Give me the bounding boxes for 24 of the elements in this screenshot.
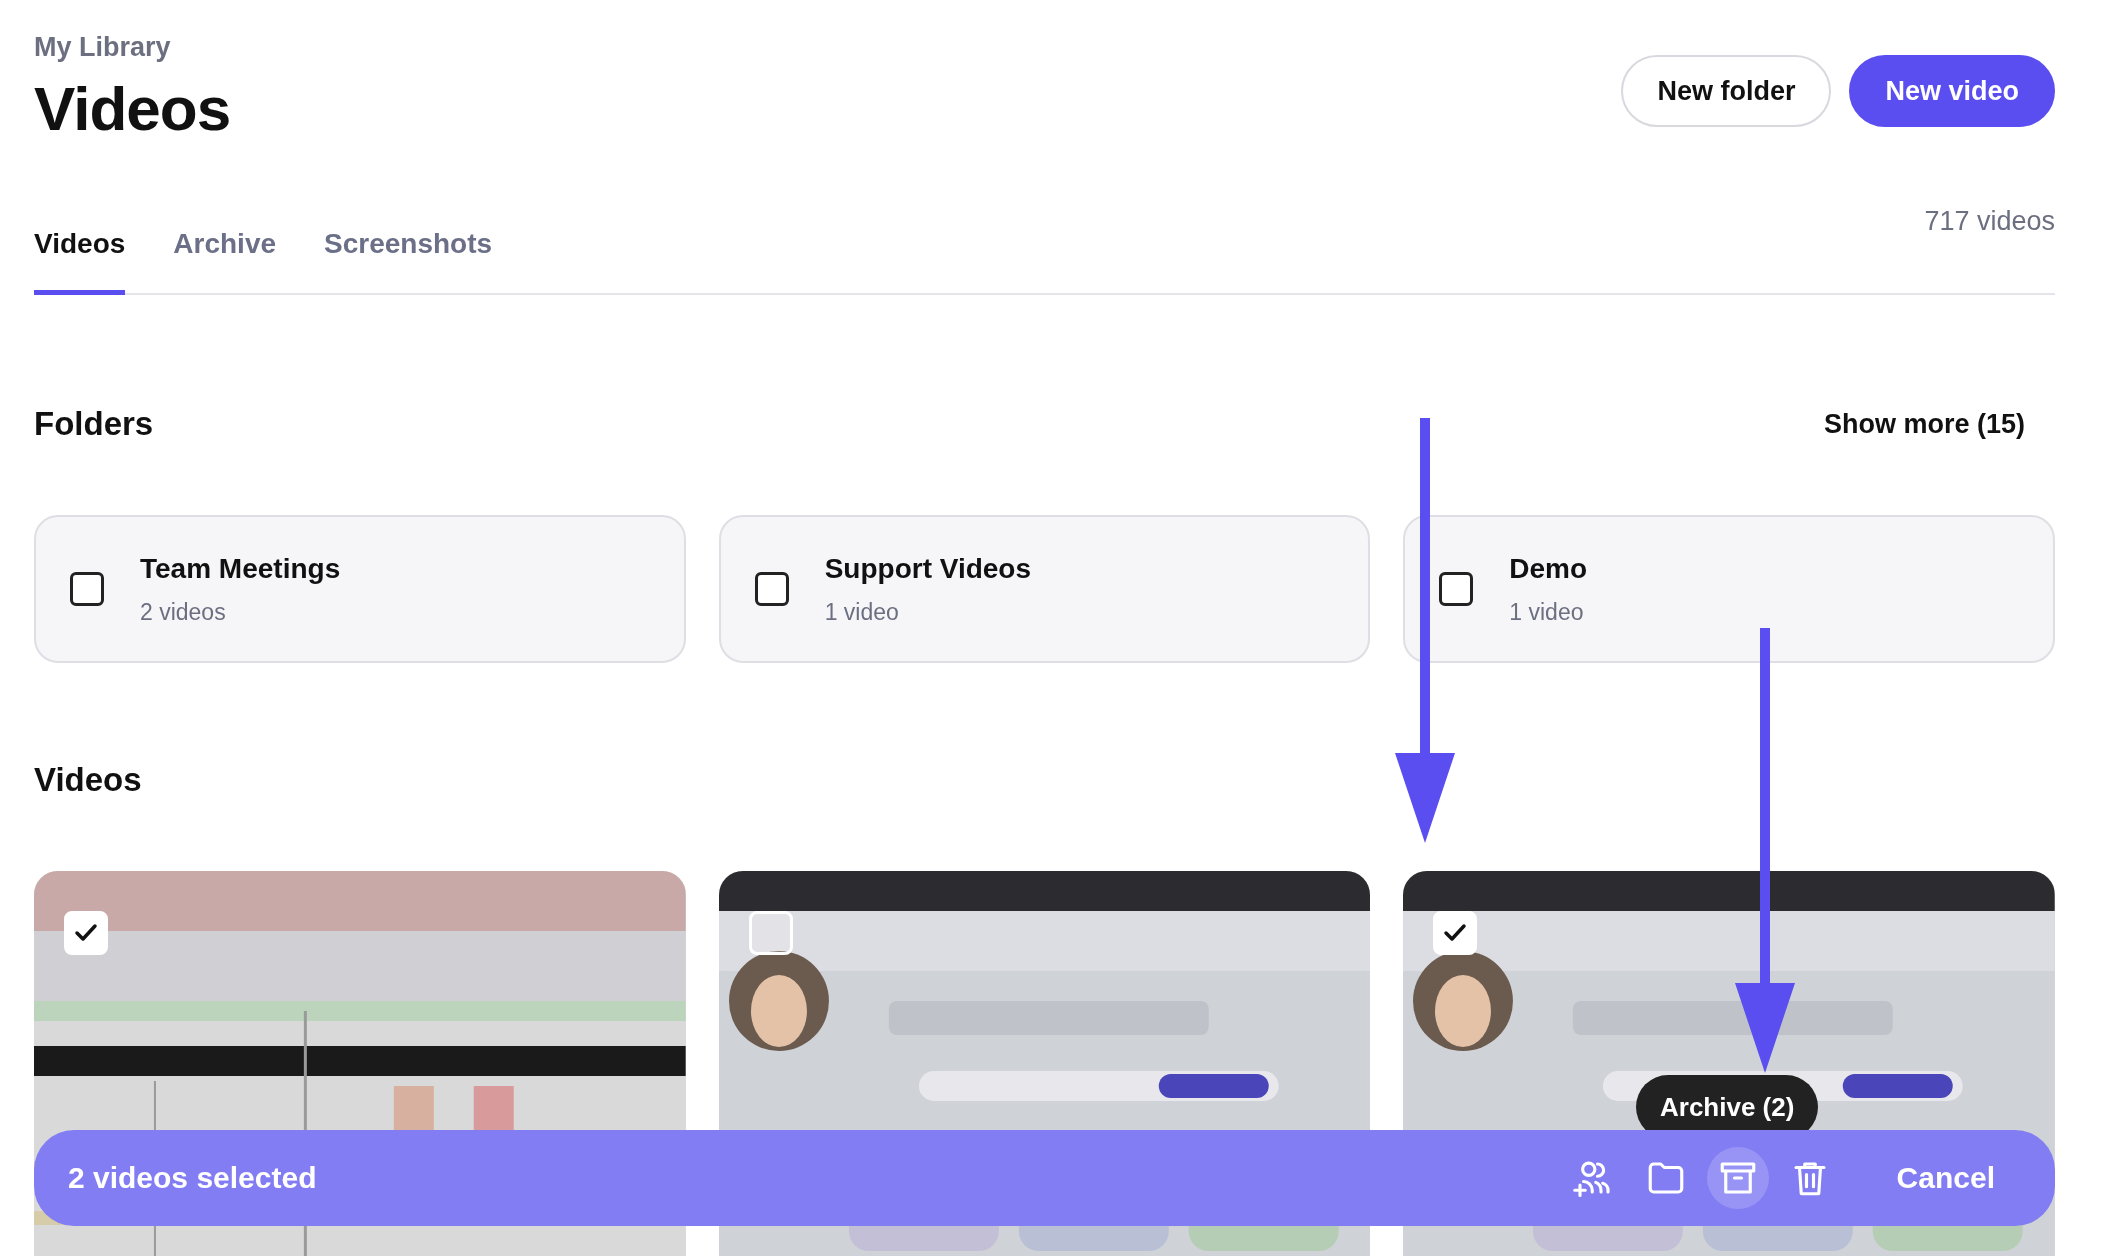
checkbox[interactable] — [754, 572, 789, 606]
page-title: Videos — [34, 73, 231, 144]
tab[interactable]: Videos — [34, 228, 126, 295]
tab[interactable]: Archive — [173, 228, 277, 295]
folder-count: 1 video — [824, 598, 900, 626]
folder-name: Team Meetings — [140, 552, 341, 585]
folder-name: Demo — [1509, 552, 1588, 585]
section-heading: Folders — [34, 405, 154, 443]
show-more-link[interactable]: Show more (15) — [1817, 407, 2031, 441]
folder-card[interactable]: Support Videos 1 video — [718, 515, 1371, 663]
folder-card[interactable]: Team Meetings 2 videos — [34, 515, 686, 663]
new-video-button[interactable]: New video — [1849, 55, 2055, 127]
section-heading: Videos — [34, 761, 142, 799]
new-folder-button[interactable]: New folder — [1621, 55, 1832, 127]
folder-card[interactable]: Demo 1 video — [1403, 515, 2055, 663]
breadcrumb[interactable]: My Library — [34, 32, 231, 63]
tab[interactable]: Screenshots — [324, 228, 493, 295]
folder-count: 1 video — [1509, 598, 1585, 626]
checkbox[interactable] — [70, 572, 104, 606]
folder-count: 2 videos — [140, 598, 227, 626]
selection-count: 2 videos selected — [68, 1161, 318, 1195]
video-count: 717 videos — [1924, 206, 2055, 238]
checkbox[interactable] — [1439, 572, 1474, 606]
folder-name: Support Videos — [824, 552, 1032, 585]
